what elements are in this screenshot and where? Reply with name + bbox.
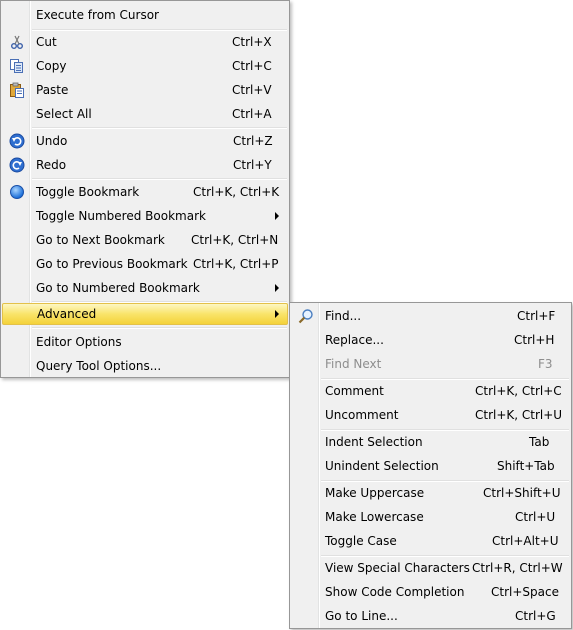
menu-item-shortcut: Ctrl+K, Ctrl+N — [191, 233, 279, 247]
menu-item-label: Uncomment — [325, 408, 399, 422]
menu-item-label: Toggle Case — [325, 534, 397, 548]
menu-separator — [32, 127, 287, 129]
menu-item-shortcut: Ctrl+Shift+U — [483, 486, 561, 500]
menu-item-shortcut: Ctrl+Space — [491, 585, 559, 599]
submenu-item-make-lowercase[interactable]: Make Lowercase Ctrl+U — [292, 506, 569, 528]
menu-item-shortcut: Tab — [529, 435, 550, 449]
menu-item-label: Go to Numbered Bookmark — [36, 281, 200, 295]
menu-item-shortcut: Ctrl+U — [515, 510, 556, 524]
menu-item-shortcut: Ctrl+H — [514, 333, 555, 347]
context-menu: Execute from Cursor Cut Ctrl+X Copy Ctrl… — [0, 0, 290, 378]
submenu-arrow-icon — [275, 284, 279, 292]
menu-item-go-to-next-bookmark[interactable]: Go to Next Bookmark Ctrl+K, Ctrl+N — [3, 229, 287, 251]
submenu-arrow-icon — [275, 310, 279, 318]
submenu-item-toggle-case[interactable]: Toggle Case Ctrl+Alt+U — [292, 530, 569, 552]
menu-item-shortcut: Ctrl+K, Ctrl+C — [475, 384, 562, 398]
submenu-item-go-to-line[interactable]: Go to Line... Ctrl+G — [292, 605, 569, 627]
submenu-item-find-next[interactable]: Find Next F3 — [292, 353, 569, 375]
submenu-item-view-special-characters[interactable]: View Special Characters Ctrl+R, Ctrl+W — [292, 557, 569, 579]
menu-item-shortcut: F3 — [538, 357, 553, 371]
submenu-item-indent-selection[interactable]: Indent Selection Tab — [292, 431, 569, 453]
menu-item-label: Toggle Numbered Bookmark — [36, 209, 206, 223]
menu-item-label: Find Next — [325, 357, 382, 371]
submenu-item-replace[interactable]: Replace... Ctrl+H — [292, 329, 569, 351]
menu-item-toggle-numbered-bookmark[interactable]: Toggle Numbered Bookmark — [3, 205, 287, 227]
menu-item-label: Advanced — [37, 307, 97, 321]
menu-item-undo[interactable]: Undo Ctrl+Z — [3, 130, 287, 152]
menu-item-advanced[interactable]: Advanced — [2, 303, 288, 325]
submenu-item-find[interactable]: Find... Ctrl+F — [292, 305, 569, 327]
menu-item-label: Toggle Bookmark — [36, 185, 140, 199]
menu-item-label: Go to Line... — [325, 609, 398, 623]
menu-item-redo[interactable]: Redo Ctrl+Y — [3, 154, 287, 176]
menu-item-cut[interactable]: Cut Ctrl+X — [3, 31, 287, 53]
menu-item-label: Editor Options — [36, 335, 122, 349]
menu-item-shortcut: Ctrl+X — [232, 35, 272, 49]
paste-icon — [9, 82, 25, 98]
menu-item-label: Comment — [325, 384, 384, 398]
menu-item-label: Go to Next Bookmark — [36, 233, 165, 247]
scissors-icon — [9, 34, 25, 50]
menu-item-shortcut: Ctrl+F — [517, 309, 556, 323]
menu-item-label: Indent Selection — [325, 435, 423, 449]
redo-icon — [9, 157, 25, 173]
menu-item-copy[interactable]: Copy Ctrl+C — [3, 55, 287, 77]
menu-item-label: Make Uppercase — [325, 486, 425, 500]
menu-item-query-tool-options[interactable]: Query Tool Options... — [3, 355, 287, 377]
menu-item-editor-options[interactable]: Editor Options — [3, 331, 287, 353]
menu-item-label: Cut — [36, 35, 57, 49]
submenu-item-make-uppercase[interactable]: Make Uppercase Ctrl+Shift+U — [292, 482, 569, 504]
menu-item-label: Query Tool Options... — [36, 359, 162, 373]
menu-item-shortcut: Shift+Tab — [497, 459, 555, 473]
menu-item-shortcut: Ctrl+K, Ctrl+K — [193, 185, 280, 199]
menu-item-shortcut: Ctrl+Alt+U — [492, 534, 559, 548]
menu-item-label: Unindent Selection — [325, 459, 439, 473]
menu-item-shortcut: Ctrl+G — [515, 609, 556, 623]
menu-item-shortcut: Ctrl+K, Ctrl+U — [475, 408, 563, 422]
menu-item-shortcut: Ctrl+K, Ctrl+P — [193, 257, 279, 271]
submenu-item-unindent-selection[interactable]: Unindent Selection Shift+Tab — [292, 455, 569, 477]
menu-item-go-to-previous-bookmark[interactable]: Go to Previous Bookmark Ctrl+K, Ctrl+P — [3, 253, 287, 275]
menu-item-label: Paste — [36, 83, 69, 97]
menu-item-label: Copy — [36, 59, 67, 73]
menu-item-label: Go to Previous Bookmark — [36, 257, 188, 271]
menu-item-label: Replace... — [325, 333, 384, 347]
menu-item-label: Select All — [36, 107, 92, 121]
menu-item-execute-from-cursor[interactable]: Execute from Cursor — [3, 4, 287, 26]
submenu-item-show-code-completion[interactable]: Show Code Completion Ctrl+Space — [292, 581, 569, 603]
menu-item-shortcut: Ctrl+V — [232, 83, 272, 97]
submenu-item-uncomment[interactable]: Uncomment Ctrl+K, Ctrl+U — [292, 404, 569, 426]
menu-item-label: Execute from Cursor — [36, 8, 159, 22]
menu-item-label: Undo — [36, 134, 68, 148]
bookmark-icon — [9, 184, 25, 200]
menu-item-shortcut: Ctrl+A — [232, 107, 272, 121]
menu-item-paste[interactable]: Paste Ctrl+V — [3, 79, 287, 101]
find-icon — [298, 308, 314, 324]
menu-item-label: Show Code Completion — [325, 585, 465, 599]
menu-item-label: View Special Characters — [325, 561, 470, 575]
menu-item-shortcut: Ctrl+Z — [233, 134, 273, 148]
menu-item-label: Redo — [36, 158, 67, 172]
submenu-item-comment[interactable]: Comment Ctrl+K, Ctrl+C — [292, 380, 569, 402]
submenu-arrow-icon — [275, 212, 279, 220]
copy-icon — [9, 58, 25, 74]
menu-item-shortcut: Ctrl+Y — [233, 158, 272, 172]
menu-item-shortcut: Ctrl+R, Ctrl+W — [472, 561, 563, 575]
menu-item-shortcut: Ctrl+C — [232, 59, 272, 73]
menu-item-select-all[interactable]: Select All Ctrl+A — [3, 103, 287, 125]
undo-icon — [9, 133, 25, 149]
menu-separator — [32, 327, 287, 329]
menu-separator — [32, 178, 287, 180]
advanced-submenu: Find... Ctrl+F Replace... Ctrl+H Find Ne… — [289, 302, 572, 629]
menu-item-go-to-numbered-bookmark[interactable]: Go to Numbered Bookmark — [3, 277, 287, 299]
menu-item-toggle-bookmark[interactable]: Toggle Bookmark Ctrl+K, Ctrl+K — [3, 181, 287, 203]
menu-item-label: Make Lowercase — [325, 510, 424, 524]
menu-item-label: Find... — [325, 309, 362, 323]
